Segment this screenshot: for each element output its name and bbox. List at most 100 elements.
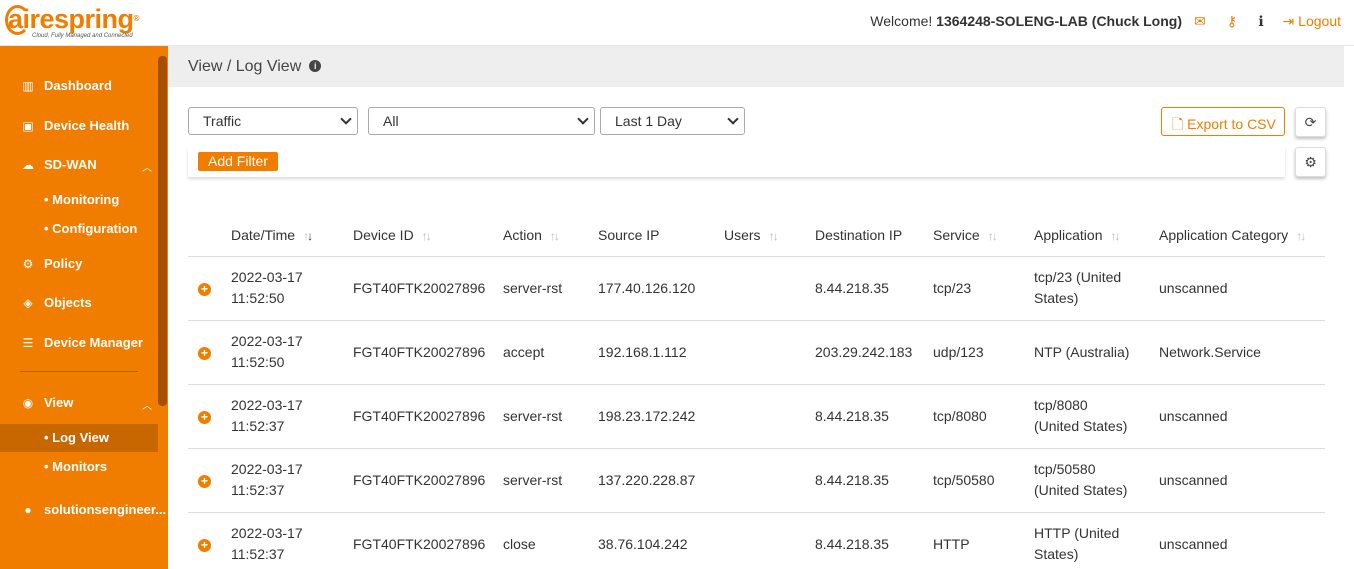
cell-datetime: 2022-03-17 11:52:37 [231, 397, 303, 434]
sort-icon[interactable]: ↑↓ [1296, 229, 1306, 243]
cell-datetime: 2022-03-17 11:52:37 [231, 461, 303, 498]
column-header-users[interactable]: Users ↑↓ [724, 227, 779, 243]
column-header-action[interactable]: Action ↑↓ [503, 227, 560, 243]
sort-icon[interactable]: ↑↓ [550, 229, 560, 243]
chevron-down-icon [577, 113, 589, 125]
cell-device-id: FGT40FTK20027896 [353, 536, 486, 552]
breadcrumb-bar: View / Log View i [168, 46, 1344, 87]
server-icon: ☰ [22, 336, 34, 350]
user-icon: ● [24, 503, 32, 517]
cell-action: server-rst [503, 280, 563, 296]
sidebar-item-monitors[interactable]: • Monitors [44, 459, 107, 474]
cell-application: tcp/50580 (United States) [1034, 461, 1128, 498]
breadcrumb: View / Log View i [188, 58, 322, 76]
cell-application: NTP (Australia) [1034, 344, 1130, 360]
envelope-icon[interactable]: ✉ [1192, 12, 1208, 30]
cell-device-id: FGT40FTK20027896 [353, 280, 486, 296]
sort-icon[interactable]: ↑↓ [1111, 229, 1121, 243]
sidebar: ▥ Dashboard ▣ Device Health ☁ SD-WAN ︿ • Mo… [0, 46, 168, 569]
table-row[interactable]: + 2022-03-17 11:52:50 FGT40FTK20027896 se… [188, 257, 1325, 321]
export-csv-button[interactable]: 🗋 Export to CSV [1161, 107, 1285, 136]
bar-chart-icon: ▥ [22, 79, 34, 93]
sidebar-scrollbar[interactable] [158, 56, 167, 406]
expand-row-icon[interactable]: + [198, 475, 211, 488]
table-row[interactable]: + 2022-03-17 11:52:37 FGT40FTK20027896 se… [188, 449, 1325, 513]
cell-destination-ip: 8.44.218.35 [815, 472, 889, 488]
cell-datetime: 2022-03-17 11:52:50 [231, 333, 303, 370]
sort-icon[interactable]: ↑↓ [303, 229, 313, 243]
time-range-select[interactable]: Last 1 Day [600, 107, 745, 135]
sidebar-divider [20, 371, 138, 372]
cell-application-category: unscanned [1159, 408, 1228, 424]
column-header-application-category[interactable]: Application Category ↑↓ [1159, 227, 1306, 243]
welcome-text: Welcome! 1364248-SOLENG-LAB (Chuck Long) [870, 13, 1182, 29]
refresh-icon: ⟳ [1304, 114, 1317, 130]
column-header-service[interactable]: Service ↑↓ [933, 227, 998, 243]
filter-bar: Add Filter [188, 147, 1285, 177]
sort-icon[interactable]: ↑↓ [988, 229, 998, 243]
log-type-select[interactable]: Traffic [188, 107, 358, 135]
sidebar-item-device-health[interactable]: ▣ Device Health [20, 118, 129, 133]
file-icon: 🗋 [1172, 116, 1184, 132]
column-header-datetime[interactable]: Date/Time ↑↓ [231, 227, 313, 243]
eye-icon: ◉ [22, 396, 34, 410]
gear-icon: ⚙ [1304, 154, 1317, 170]
cell-destination-ip: 8.44.218.35 [815, 536, 889, 552]
cell-device-id: FGT40FTK20027896 [353, 472, 486, 488]
sort-icon[interactable]: ↑↓ [422, 229, 432, 243]
top-header: airespring® Cloud, Fully Managed and Con… [0, 0, 1354, 46]
cell-service: tcp/50580 [933, 472, 995, 488]
cell-datetime: 2022-03-17 11:52:37 [231, 525, 303, 562]
cube-icon: ◈ [23, 296, 33, 310]
sidebar-item-monitoring[interactable]: • Monitoring [44, 192, 119, 207]
cell-action: server-rst [503, 472, 563, 488]
chevron-up-icon[interactable]: ︿ [142, 397, 152, 412]
sidebar-item-configuration[interactable]: • Configuration [44, 221, 137, 236]
add-filter-button[interactable]: Add Filter [198, 152, 278, 171]
sidebar-item-user[interactable]: ● solutionsengineer... [20, 502, 166, 517]
sidebar-item-sd-wan[interactable]: ☁ SD-WAN [20, 157, 97, 172]
cell-action: close [503, 536, 536, 552]
cell-source-ip: 137.220.228.87 [598, 472, 696, 488]
cell-datetime: 2022-03-17 11:52:50 [231, 269, 303, 306]
key-icon[interactable]: ⚷ [1224, 12, 1240, 30]
main-content: View / Log View i Traffic All Last 1 Day … [168, 46, 1354, 569]
cell-source-ip: 198.23.172.242 [598, 408, 696, 424]
sidebar-item-device-manager[interactable]: ☰ Device Manager [20, 335, 143, 350]
table-row[interactable]: + 2022-03-17 11:52:37 FGT40FTK20027896 cl… [188, 513, 1325, 569]
table-row[interactable]: + 2022-03-17 11:52:50 FGT40FTK20027896 ac… [188, 321, 1325, 385]
sidebar-item-policy[interactable]: ⚙ Policy [20, 256, 83, 271]
column-header-destination-ip[interactable]: Destination IP [815, 227, 902, 243]
cogs-icon: ⚙ [22, 257, 34, 271]
cell-destination-ip: 8.44.218.35 [815, 280, 889, 296]
info-icon[interactable]: ℹ [1253, 12, 1269, 30]
briefcase-icon: ▣ [22, 119, 34, 133]
column-header-device-id[interactable]: Device ID ↑↓ [353, 227, 432, 243]
cell-application-category: unscanned [1159, 472, 1228, 488]
cell-action: accept [503, 344, 545, 360]
logout-link[interactable]: ⇥ Logout [1283, 13, 1341, 30]
cell-service: udp/123 [933, 344, 984, 360]
cell-application-category: unscanned [1159, 280, 1228, 296]
chevron-up-icon[interactable]: ︿ [142, 159, 152, 174]
scope-select[interactable]: All [368, 107, 595, 135]
expand-row-icon[interactable]: + [198, 539, 211, 552]
expand-row-icon[interactable]: + [198, 411, 211, 424]
refresh-button[interactable]: ⟳ [1295, 107, 1326, 137]
info-icon[interactable]: i [309, 60, 322, 72]
sidebar-item-log-view[interactable]: • Log View [44, 430, 109, 445]
cell-service: tcp/23 [933, 280, 972, 296]
table-row[interactable]: + 2022-03-17 11:52:37 FGT40FTK20027896 se… [188, 385, 1325, 449]
sidebar-item-dashboard[interactable]: ▥ Dashboard [20, 78, 112, 93]
sidebar-item-view[interactable]: ◉ View [20, 395, 74, 410]
table-header: Date/Time ↑↓ Device ID ↑↓ Action ↑↓ Source … [188, 215, 1325, 257]
settings-button[interactable]: ⚙ [1295, 147, 1326, 177]
expand-row-icon[interactable]: + [198, 283, 211, 296]
airespring-logo[interactable]: airespring® Cloud, Fully Managed and Con… [5, 4, 158, 42]
expand-row-icon[interactable]: + [198, 347, 211, 360]
cell-source-ip: 38.76.104.242 [598, 536, 688, 552]
sort-icon[interactable]: ↑↓ [769, 229, 779, 243]
column-header-application[interactable]: Application ↑↓ [1034, 227, 1121, 243]
column-header-source-ip[interactable]: Source IP [598, 227, 659, 243]
sidebar-item-objects[interactable]: ◈ Objects [20, 295, 91, 310]
